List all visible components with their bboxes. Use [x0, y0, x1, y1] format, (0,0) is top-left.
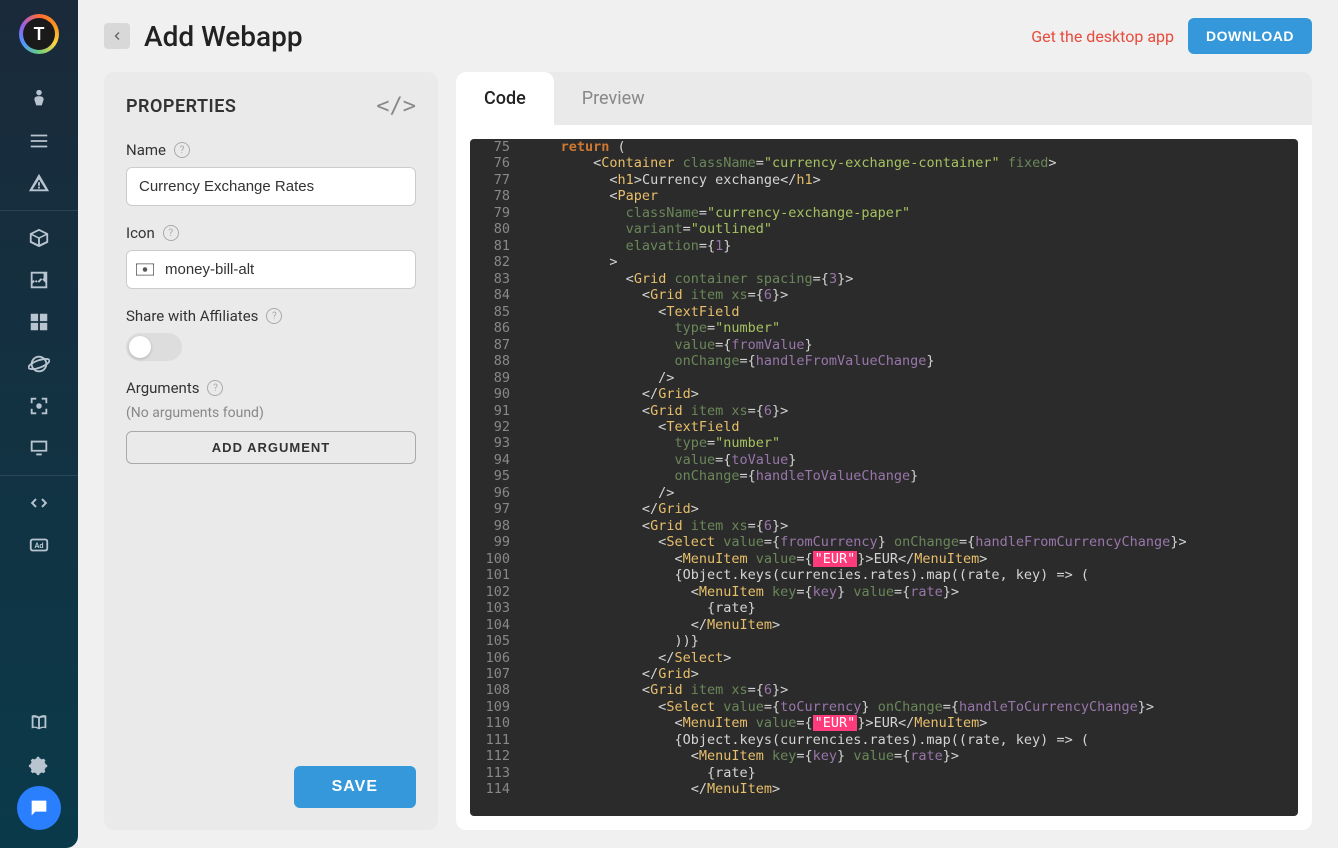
tab-preview[interactable]: Preview [554, 72, 673, 125]
nav-ad-icon[interactable]: Ad [0, 524, 78, 566]
code-area: Code Preview 75 return (76 <Container cl… [456, 72, 1312, 830]
icon-label: Icon ? [126, 224, 416, 242]
download-button[interactable]: DOWNLOAD [1188, 18, 1312, 54]
add-argument-button[interactable]: ADD ARGUMENT [126, 431, 416, 464]
nav-warning-icon[interactable] [0, 162, 78, 204]
code-editor[interactable]: 75 return (76 <Container className="curr… [470, 139, 1298, 816]
nav-planet-icon[interactable] [0, 343, 78, 385]
share-label: Share with Affiliates ? [126, 307, 416, 325]
nav-list-icon[interactable] [0, 120, 78, 162]
chat-bubble[interactable] [17, 786, 61, 830]
properties-panel: PROPERTIES </> Name ? Icon ? [104, 72, 438, 830]
properties-title: PROPERTIES [126, 96, 236, 117]
tabs: Code Preview [456, 72, 1312, 125]
nav-grid-icon[interactable] [0, 301, 78, 343]
help-icon[interactable]: ? [174, 142, 190, 158]
share-toggle[interactable] [126, 333, 182, 361]
help-icon[interactable]: ? [266, 308, 282, 324]
no-arguments-text: (No arguments found) [126, 405, 416, 421]
divider [0, 475, 78, 476]
help-icon[interactable]: ? [207, 380, 223, 396]
save-button[interactable]: SAVE [294, 766, 416, 808]
divider [0, 210, 78, 211]
icon-input[interactable] [126, 250, 416, 289]
nav-book-icon[interactable] [0, 702, 78, 744]
page-title: Add Webapp [144, 20, 1031, 53]
code-toggle-icon[interactable]: </> [376, 94, 416, 119]
nav-user-icon[interactable] [0, 78, 78, 120]
svg-text:Ad: Ad [34, 541, 43, 550]
name-input[interactable] [126, 167, 416, 206]
money-bill-icon [136, 260, 154, 279]
name-label: Name ? [126, 141, 416, 159]
back-button[interactable] [104, 23, 130, 49]
nav-image-icon[interactable] [0, 259, 78, 301]
help-icon[interactable]: ? [163, 225, 179, 241]
tab-code[interactable]: Code [456, 72, 554, 125]
sidebar: T Ad [0, 0, 78, 848]
header: Add Webapp Get the desktop app DOWNLOAD [78, 0, 1338, 72]
arguments-label: Arguments ? [126, 379, 416, 397]
app-logo[interactable]: T [19, 14, 59, 54]
nav-box-icon[interactable] [0, 217, 78, 259]
nav-code-icon[interactable] [0, 482, 78, 524]
nav-capture-icon[interactable] [0, 385, 78, 427]
desktop-app-link[interactable]: Get the desktop app [1031, 27, 1174, 46]
nav-settings-icon[interactable] [0, 744, 78, 786]
nav-monitor-icon[interactable] [0, 427, 78, 469]
